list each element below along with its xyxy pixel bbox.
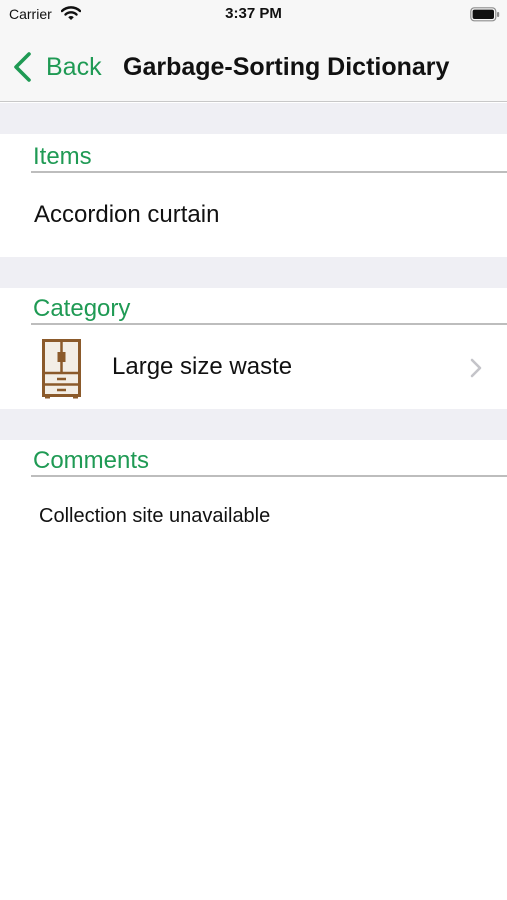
chevron-left-icon bbox=[14, 52, 31, 82]
section-header-items: Items bbox=[33, 143, 92, 170]
cabinet-icon bbox=[42, 339, 81, 404]
clock: 3:37 PM bbox=[225, 5, 282, 22]
back-label: Back bbox=[46, 52, 102, 81]
divider bbox=[31, 475, 507, 477]
navigation-bar: Back Garbage-Sorting Dictionary bbox=[0, 30, 507, 102]
category-row[interactable]: Large size waste bbox=[0, 326, 507, 409]
status-bar: Carrier 3:37 PM bbox=[0, 0, 507, 30]
item-name: Accordion curtain bbox=[34, 201, 220, 228]
divider bbox=[31, 323, 507, 325]
back-button[interactable]: Back bbox=[12, 50, 102, 84]
comment-text: Collection site unavailable bbox=[39, 505, 271, 527]
chevron-right-icon bbox=[470, 358, 482, 383]
section-header-category: Category bbox=[33, 295, 131, 322]
section-gap bbox=[0, 409, 507, 440]
divider bbox=[31, 171, 507, 173]
page-title: Garbage-Sorting Dictionary bbox=[123, 53, 450, 81]
category-name: Large size waste bbox=[112, 353, 293, 380]
section-gap bbox=[0, 257, 507, 288]
section-header-comments: Comments bbox=[33, 447, 150, 474]
section-gap bbox=[0, 103, 507, 134]
battery-icon bbox=[470, 7, 500, 27]
